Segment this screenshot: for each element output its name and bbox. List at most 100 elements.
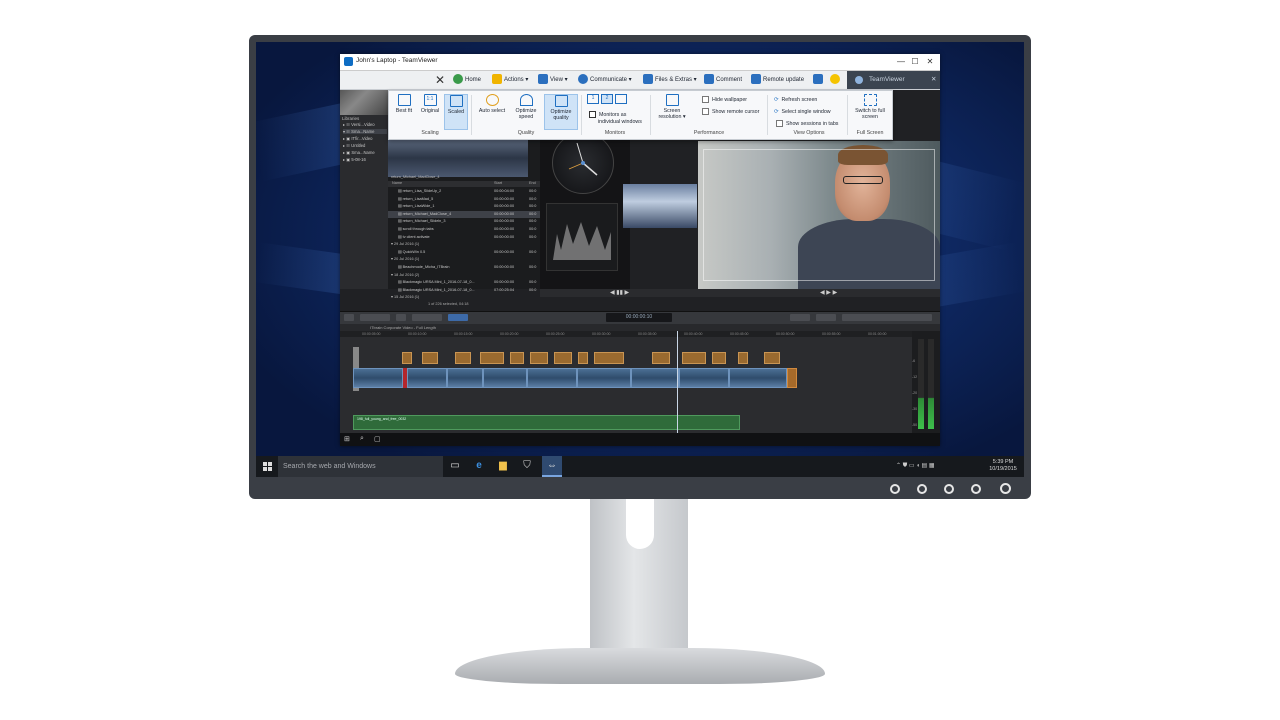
date-group-row[interactable]: ▾ 20 Jul 2016 (1) [388, 256, 540, 264]
clip-row[interactable]: ▤ return_Michael_Slideln_3 00:00:00:00 00:… [388, 218, 540, 226]
library-item[interactable]: ▸ ☷ Versi...Video [343, 122, 375, 127]
import-button[interactable] [344, 314, 354, 321]
title-clip[interactable] [402, 352, 412, 364]
timecode-display[interactable]: 00:00:00:10 [606, 313, 672, 322]
full-screen-button[interactable]: Switch to full screen [851, 94, 889, 128]
clip-row[interactable]: ▤ scroll through tabs 00:00:00:00 00:0 [388, 226, 540, 234]
monitor-button[interactable] [944, 484, 954, 494]
feedback-button[interactable] [830, 73, 842, 87]
clip-row[interactable]: ▤ Beachmode_Micha_ITBrain 00:00:00:00 00:0 [388, 264, 540, 272]
date-group-row[interactable]: ▾ 29 Jul 2016 (1) [388, 241, 540, 249]
edge-browser-icon[interactable]: e [472, 459, 486, 473]
clip-row[interactable]: ▤ return_Lisa_SlideUp_2 00:00:04:00 00:0 [388, 188, 540, 196]
power-button[interactable] [1000, 483, 1011, 494]
video-viewer[interactable] [698, 141, 940, 289]
title-clip[interactable] [554, 352, 572, 364]
view-button[interactable]: View ▾ [538, 73, 568, 87]
close-panel-icon[interactable]: ✕ [931, 71, 936, 89]
effects-buttons[interactable] [842, 314, 932, 321]
remote-start-icon[interactable]: ⊞ [344, 435, 350, 443]
start-button[interactable] [256, 456, 278, 477]
close-icon[interactable]: ✕ [923, 56, 937, 67]
clip-row[interactable]: ▤ return_LisaWide_1 00:00:00:00 00:0 [388, 203, 540, 211]
title-clip[interactable] [578, 352, 588, 364]
chat-button[interactable] [813, 73, 825, 87]
clip-row[interactable]: ▤ Blackmagic URSA Mini_1_2016-07-18_0...… [388, 279, 540, 287]
video-clip[interactable] [631, 368, 679, 388]
select-tool-button[interactable] [448, 314, 468, 321]
monitor-1-icon[interactable]: 1 [587, 94, 599, 104]
title-clip[interactable] [764, 352, 780, 364]
all-monitors-icon[interactable] [615, 94, 627, 104]
auto-select-button[interactable]: Auto select [475, 94, 509, 128]
remote-taskview-icon[interactable]: ▢ [374, 435, 381, 443]
monitor-2-icon[interactable]: 2 [601, 94, 613, 104]
comment-button[interactable]: Comment [704, 73, 742, 87]
file-explorer-icon[interactable]: ▆ [496, 459, 510, 473]
home-button[interactable]: Home [453, 73, 481, 87]
select-single-window-button[interactable]: ⟳ Select single window [774, 108, 831, 116]
library-item[interactable]: ▾ ☷ Sma...Name [343, 129, 387, 134]
title-clip[interactable] [738, 352, 748, 364]
tool-button[interactable] [412, 314, 442, 321]
monitor-button[interactable] [890, 484, 900, 494]
video-clip[interactable] [679, 368, 729, 388]
tool-button[interactable] [790, 314, 810, 321]
maximize-icon[interactable]: ☐ [908, 56, 922, 67]
clip-row[interactable]: ▤ return_LisaMad_5 00:00:00:00 00:0 [388, 196, 540, 204]
taskbar-clock[interactable]: 5:39 PM 10/19/2015 [986, 459, 1020, 473]
timeline[interactable]: 198_full_young_and_free_0032 [340, 337, 912, 433]
title-clip[interactable] [712, 352, 726, 364]
taskbar-search-box[interactable]: Search the web and Windows [278, 456, 443, 477]
files-extras-button[interactable]: Files & Extras ▾ [643, 73, 697, 87]
clip-row[interactable]: ▤ Blackmagic URSA Mini_1_2016-07-18_0...… [388, 287, 540, 295]
system-tray-icons[interactable]: ⌃ ⛊ ▭ ◖ ▤ ▦ [896, 462, 935, 470]
play-icon[interactable]: ◀ ▮▮ ▶ [610, 289, 629, 296]
audio-clip[interactable]: 198_full_young_and_free_0032 [353, 415, 740, 430]
video-clip[interactable] [407, 368, 447, 388]
title-clip[interactable] [480, 352, 504, 364]
library-item[interactable]: ▸ ☷ Untitled [343, 143, 365, 148]
title-clip[interactable] [530, 352, 548, 364]
video-clip[interactable] [483, 368, 527, 388]
video-clip[interactable] [527, 368, 577, 388]
screen-resolution-button[interactable]: Screen resolution ▾ [655, 94, 689, 128]
best-fit-button[interactable]: Best fit [393, 94, 415, 128]
original-button[interactable]: 1:1 Original [418, 94, 442, 128]
optimize-speed-button[interactable]: Optimize speed [511, 94, 541, 128]
show-sessions-tabs-checkbox[interactable]: Show sessions in tabs [776, 120, 838, 128]
clip-row[interactable]: ▤ return_Michael_MadClose_4 00:00:00:00 00… [388, 210, 540, 219]
column-end[interactable]: End [529, 181, 536, 185]
column-name[interactable]: Name [392, 181, 402, 185]
title-clip[interactable] [594, 352, 624, 364]
remote-update-button[interactable]: Remote update [751, 73, 804, 87]
show-remote-cursor-checkbox[interactable]: Show remote cursor [702, 108, 759, 116]
edit-buttons[interactable] [360, 314, 390, 321]
hide-wallpaper-checkbox[interactable]: Hide wallpaper [702, 96, 747, 104]
optimize-quality-button[interactable]: Optimize quality [544, 94, 578, 130]
title-clip[interactable] [652, 352, 670, 364]
actions-button[interactable]: Actions ▾ [492, 73, 528, 87]
communicate-button[interactable]: Communicate ▾ [578, 73, 632, 87]
title-clip[interactable] [682, 352, 706, 364]
video-clip[interactable] [729, 368, 787, 388]
remote-search-icon[interactable]: ⌕ [360, 435, 364, 443]
store-icon[interactable]: ⛉ [520, 459, 534, 473]
video-clip[interactable] [353, 368, 403, 388]
video-clip[interactable] [577, 368, 631, 388]
tool-button[interactable] [396, 314, 406, 321]
video-clip[interactable] [447, 368, 483, 388]
teamviewer-taskbar-icon[interactable]: ⇔ [542, 456, 562, 477]
playhead[interactable] [677, 331, 678, 433]
play-icon-secondary[interactable]: ◀ ▶ ▶ [820, 289, 837, 296]
transition-clip[interactable] [787, 368, 797, 388]
monitor-button[interactable] [917, 484, 927, 494]
title-clip[interactable] [510, 352, 524, 364]
refresh-screen-button[interactable]: ⟳ Refresh screen [774, 96, 817, 104]
title-clip[interactable] [455, 352, 471, 364]
task-view-icon[interactable]: ▭ [448, 459, 462, 473]
window-titlebar[interactable]: John's Laptop - TeamViewer — ☐ ✕ [340, 54, 940, 71]
title-clip[interactable] [422, 352, 438, 364]
library-item[interactable]: ▸ ▣ Sma...Name [343, 150, 375, 155]
tool-button[interactable] [816, 314, 836, 321]
